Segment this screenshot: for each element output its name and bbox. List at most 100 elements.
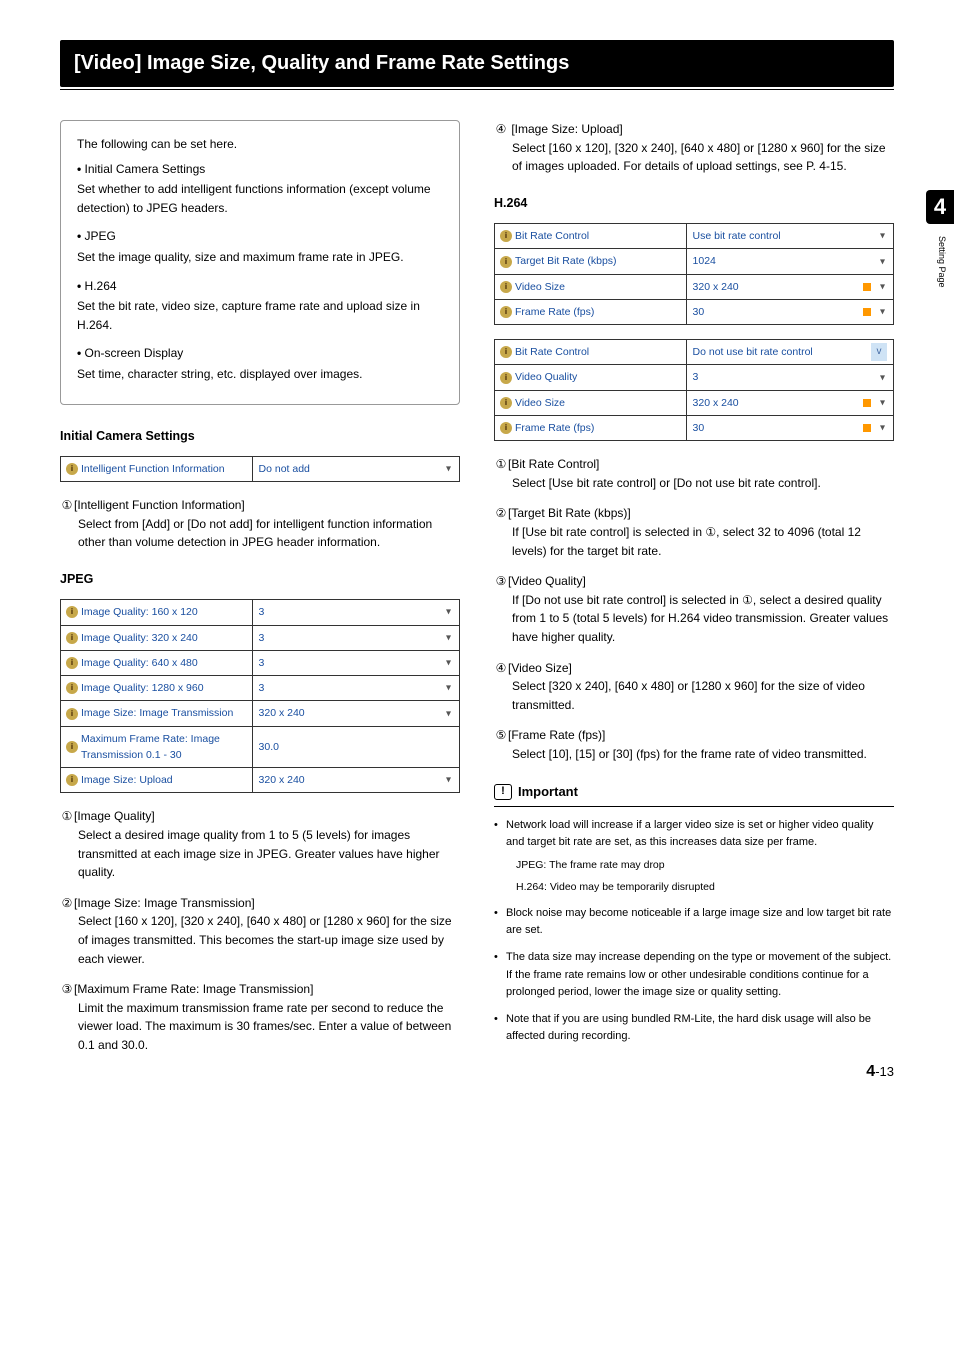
table-row: iFrame Rate (fps)30▾ — [495, 299, 894, 324]
footer-chapter: 4 — [866, 1063, 875, 1080]
definition-item: ④[Video Size]Select [320 x 240], [640 x … — [494, 659, 894, 715]
status-square-icon — [863, 399, 871, 407]
intro-item-text: Set the image quality, size and maximum … — [77, 248, 443, 267]
definition-label: [Target Bit Rate (kbps)] — [508, 506, 631, 520]
param-label-cell: iImage Size: Image Transmission — [61, 701, 253, 726]
chevron-down-icon: ▾ — [880, 304, 885, 320]
definition-title: ①[Bit Rate Control] — [494, 455, 894, 474]
left-column: The following can be set here. Initial C… — [60, 120, 460, 1067]
chevron-down-icon: ▾ — [880, 370, 885, 386]
definition-label: [Frame Rate (fps)] — [508, 728, 605, 742]
param-label-cell: iImage Size: Upload — [61, 768, 253, 793]
param-label: Image Quality: 320 x 240 — [81, 632, 198, 644]
intro-item-title: Initial Camera Settings — [85, 162, 206, 176]
param-value: 3 — [259, 606, 265, 618]
circled-number: ④ — [494, 659, 508, 678]
param-label: Frame Rate (fps) — [515, 422, 594, 434]
param-value-cell[interactable]: Use bit rate control▾ — [686, 224, 893, 249]
param-value-cell[interactable]: 30▾ — [686, 416, 893, 441]
circled-number: ③ — [60, 980, 74, 999]
circled-number: ② — [494, 504, 508, 523]
param-value-cell[interactable]: Do not use bit rate control v — [686, 340, 893, 365]
dropdown-button-icon[interactable]: v — [871, 343, 887, 361]
param-label-cell: iFrame Rate (fps) — [495, 299, 687, 324]
intro-box: The following can be set here. Initial C… — [60, 120, 460, 405]
definition-item: ①[Bit Rate Control]Select [Use bit rate … — [494, 455, 894, 492]
bullet-icon — [77, 346, 85, 360]
definition-text: Select from [Add] or [Do not add] for in… — [60, 515, 460, 552]
definition-title: ③[Video Quality] — [494, 572, 894, 591]
definition-text: Select [320 x 240], [640 x 480] or [1280… — [494, 677, 894, 714]
circled-number: ⑤ — [494, 726, 508, 745]
param-label: Video Size — [515, 281, 565, 293]
param-value: 3 — [259, 682, 265, 694]
definition-item: ①[Image Quality]Select a desired image q… — [60, 807, 460, 881]
param-label: Image Quality: 640 x 480 — [81, 657, 198, 669]
intro-item-title: JPEG — [85, 229, 116, 243]
definition-label: [Maximum Frame Rate: Image Transmission] — [74, 982, 313, 996]
param-value-cell[interactable]: 3▾ — [252, 600, 459, 625]
chevron-down-icon: ▾ — [880, 254, 885, 270]
table-row: iTarget Bit Rate (kbps)1024▾ — [495, 249, 894, 274]
chevron-down-icon: ▾ — [880, 395, 885, 411]
info-icon: i — [66, 774, 78, 786]
param-label-cell: iVideo Quality — [495, 365, 687, 390]
param-value-cell[interactable]: 3▾ — [252, 650, 459, 675]
h264-table-b: i Bit Rate Control Do not use bit rate con… — [494, 339, 894, 441]
chevron-down-icon: ▾ — [446, 605, 451, 621]
page-footer: 4-13 — [866, 1060, 894, 1085]
param-value-cell[interactable]: 320 x 240▾ — [252, 701, 459, 726]
definition-item: ④ [Image Size: Upload] Select [160 x 120… — [494, 120, 894, 176]
table-row: iImage Size: Upload 320 x 240 ▾ — [61, 768, 460, 793]
param-value-cell[interactable]: 3▾ — [252, 676, 459, 701]
definition-title: ②[Image Size: Image Transmission] — [60, 894, 460, 913]
intro-item-text: Set time, character string, etc. display… — [77, 365, 443, 384]
param-value-cell[interactable]: 320 x 240 ▾ — [252, 768, 459, 793]
table-row: iVideo Size320 x 240▾ — [495, 274, 894, 299]
important-text: Block noise may become noticeable if a l… — [506, 907, 891, 936]
info-icon: i — [500, 422, 512, 434]
chevron-down-icon: ▾ — [446, 706, 451, 722]
param-value-cell[interactable]: 320 x 240▾ — [686, 390, 893, 415]
definition-text: Select [160 x 120], [320 x 240], [640 x … — [60, 912, 460, 968]
param-value-cell[interactable]: 3▾ — [252, 625, 459, 650]
chapter-tab-text: Setting Page — [934, 236, 948, 288]
jpeg-table: iImage Quality: 160 x 1203▾iImage Qualit… — [60, 599, 460, 793]
circled-number: ② — [60, 894, 74, 913]
definition-title: ②[Target Bit Rate (kbps)] — [494, 504, 894, 523]
intro-item: H.264Set the bit rate, video size, captu… — [77, 277, 443, 335]
important-text: The data size may increase depending on … — [506, 951, 891, 997]
important-item: Block noise may become noticeable if a l… — [494, 905, 894, 939]
param-label: Bit Rate Control — [515, 346, 589, 358]
param-label: Image Size: Upload — [81, 774, 173, 786]
param-value: 320 x 240 — [259, 774, 305, 786]
intro-item: Initial Camera SettingsSet whether to ad… — [77, 160, 443, 218]
definition-title: ①[Image Quality] — [60, 807, 460, 826]
param-label-cell: iIntelligent Function Information — [61, 456, 253, 481]
chevron-down-icon: ▾ — [446, 773, 451, 789]
param-label-cell: iImage Quality: 320 x 240 — [61, 625, 253, 650]
jpeg-heading: JPEG — [60, 570, 460, 589]
definition-text: Select [Use bit rate control] or [Do not… — [494, 474, 894, 493]
param-value: 3 — [259, 657, 265, 669]
param-label: Video Size — [515, 397, 565, 409]
param-value: Do not use bit rate control — [693, 346, 813, 358]
info-icon: i — [500, 306, 512, 318]
param-value-cell[interactable]: 30▾ — [686, 299, 893, 324]
param-label: Target Bit Rate (kbps) — [515, 255, 617, 267]
param-value-cell[interactable]: 30.0 — [252, 726, 459, 768]
param-value-cell[interactable]: 320 x 240▾ — [686, 274, 893, 299]
param-label-cell: iTarget Bit Rate (kbps) — [495, 249, 687, 274]
important-subtext: JPEG: The frame rate may drop — [516, 857, 894, 873]
param-value-cell[interactable]: Do not add▾ — [252, 456, 459, 481]
param-value-cell[interactable]: 1024▾ — [686, 249, 893, 274]
definition-title: ③[Maximum Frame Rate: Image Transmission… — [60, 980, 460, 999]
definition-item: ①[Intelligent Function Information]Selec… — [60, 496, 460, 552]
chevron-down-icon: ▾ — [446, 655, 451, 671]
circled-number: ① — [60, 496, 74, 515]
definition-title: ④[Video Size] — [494, 659, 894, 678]
definition-label: [Image Size: Image Transmission] — [74, 896, 255, 910]
status-square-icon — [863, 308, 871, 316]
param-value-cell[interactable]: 3▾ — [686, 365, 893, 390]
definition-text: If [Do not use bit rate control] is sele… — [494, 591, 894, 647]
